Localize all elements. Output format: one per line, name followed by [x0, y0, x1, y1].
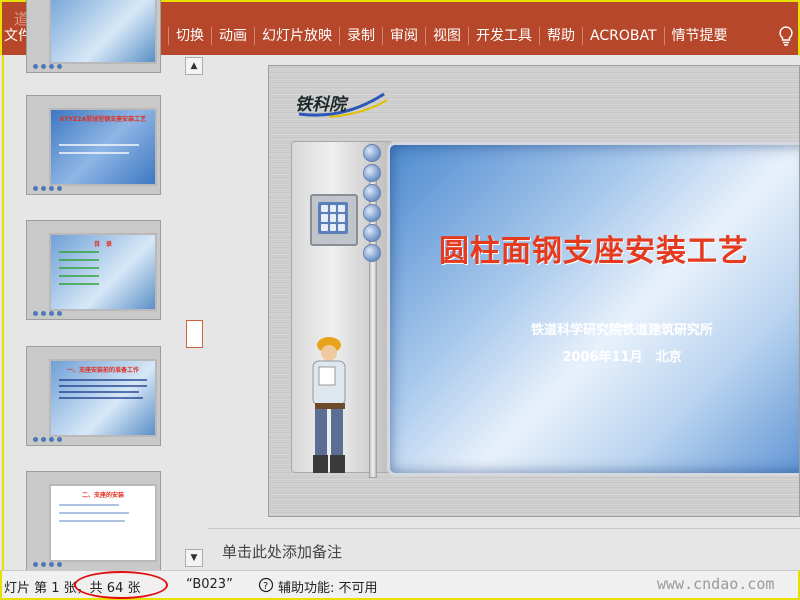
knob-icon: [363, 184, 381, 202]
accessibility-status[interactable]: 辅助功能: 不可用: [278, 577, 378, 596]
knob-icon: [363, 204, 381, 222]
thumbnail-title: KTYZ2A型球型钢支座安装工艺: [59, 116, 147, 123]
tab-view[interactable]: 视图: [426, 27, 469, 45]
scroll-up-arrow-icon[interactable]: ▲: [185, 57, 203, 75]
slide-thumbnail[interactable]: 一、支座安装前的准备工作: [26, 346, 161, 446]
lightbulb-icon[interactable]: [778, 26, 794, 46]
logo: 铁科院: [289, 84, 389, 120]
thumbnail-scrollbar[interactable]: ▲ ▼: [185, 55, 205, 570]
slide-editor: 铁科院 圆柱面钢支座安装工艺 铁道科学研究院铁道建筑研究所 2006年11月 北…: [208, 55, 800, 528]
tab-help[interactable]: 帮助: [540, 27, 583, 45]
notes-pane[interactable]: 单击此处添加备注: [208, 528, 800, 570]
tab-review[interactable]: 审阅: [383, 27, 426, 45]
tab-developer[interactable]: 开发工具: [469, 27, 540, 45]
knob-icon: [363, 244, 381, 262]
knob-icon: [363, 224, 381, 242]
logo-text: 铁科院: [295, 95, 346, 115]
status-bar: 灯片 第 1 张，共 64 张 “B023” ? 辅助功能: 不可用 www.c…: [0, 570, 800, 600]
highlight-annotation: [74, 571, 168, 599]
knob-icon: [363, 164, 381, 182]
knob-icon: [363, 144, 381, 162]
thumbnail-title: 一、支座安装前的准备工作: [66, 367, 139, 374]
worker-illustration: [312, 337, 346, 473]
slide-thumbnail[interactable]: [26, 0, 161, 73]
slide-date[interactable]: 2006年11月 北京: [497, 346, 747, 365]
slide-subtitle[interactable]: 铁道科学研究院铁道建筑研究所: [497, 319, 747, 338]
slide-screen-panel: [387, 142, 799, 476]
accessibility-icon[interactable]: ?: [258, 577, 274, 593]
svg-text:?: ?: [263, 581, 268, 592]
thumbnail-title: 目 录: [93, 241, 112, 248]
scrollbar-thumb[interactable]: [186, 320, 203, 348]
tab-record[interactable]: 录制: [340, 27, 383, 45]
tab-transitions[interactable]: 切换: [169, 27, 212, 45]
tab-storyboard[interactable]: 情节提要: [665, 27, 735, 45]
slide-title[interactable]: 圆柱面钢支座安装工艺: [439, 226, 749, 270]
slide-thumbnail[interactable]: 二、支座的安装: [26, 471, 161, 571]
tab-slideshow[interactable]: 幻灯片放映: [255, 27, 340, 45]
slide-canvas[interactable]: 铁科院 圆柱面钢支座安装工艺 铁道科学研究院铁道建筑研究所 2006年11月 北…: [268, 65, 800, 517]
tab-animations[interactable]: 动画: [212, 27, 255, 45]
keypad-icon: [318, 202, 348, 234]
scroll-down-arrow-icon[interactable]: ▼: [185, 549, 203, 567]
slide-thumbnail[interactable]: KTYZ2A型球型钢支座安装工艺: [26, 95, 161, 195]
slide-thumbnail[interactable]: 目 录: [26, 220, 161, 320]
theme-name: “B023”: [186, 577, 233, 592]
tab-acrobat[interactable]: ACROBAT: [583, 27, 665, 45]
notes-placeholder[interactable]: 单击此处添加备注: [222, 541, 342, 562]
slide-thumbnail-pane: KTYZ2A型球型钢支座安装工艺 目 录 一、支座安装前的准备工作 二、支座的安…: [2, 0, 205, 571]
thumbnail-title: 二、支座的安装: [81, 492, 124, 499]
watermark-url: www.cndao.com: [657, 575, 775, 593]
